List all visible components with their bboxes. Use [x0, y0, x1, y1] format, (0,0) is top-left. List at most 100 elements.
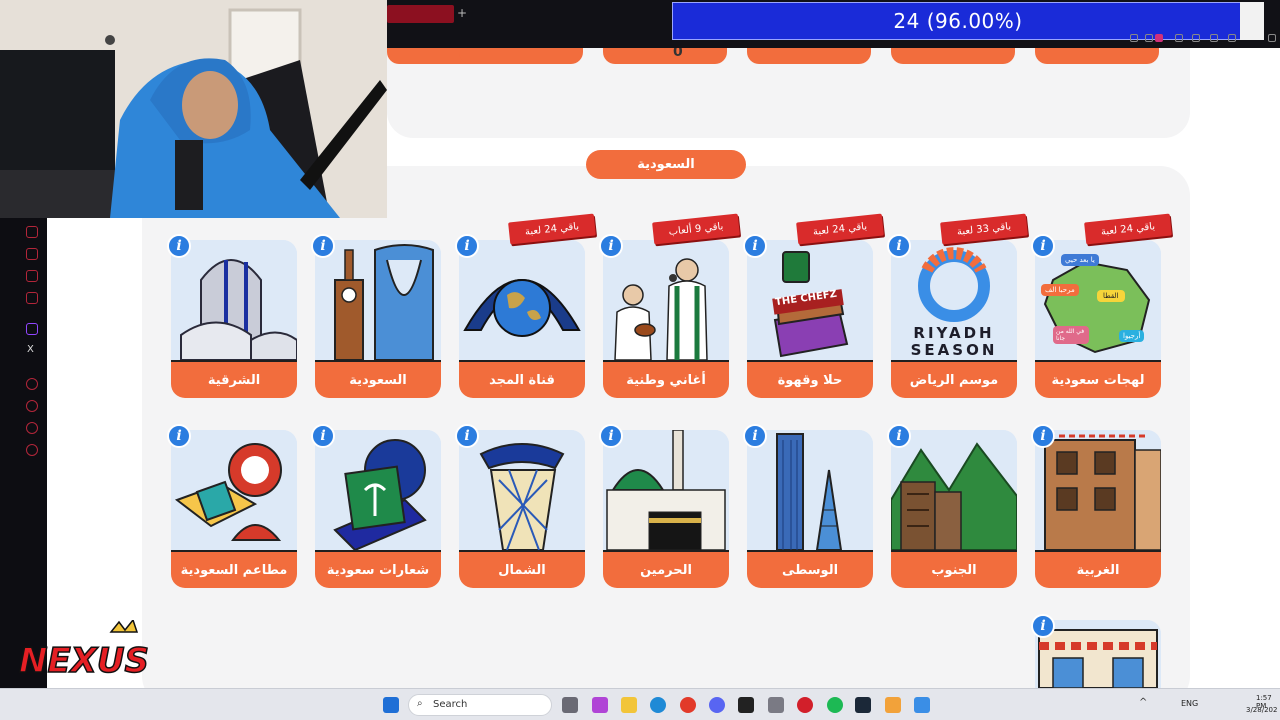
kingdom-tower-icon [315, 240, 441, 360]
category-card[interactable]: i شعارات سعودية [311, 424, 441, 588]
category-card[interactable]: RIYADH SEASON i باقي 33 لعبة موسم الرياض [887, 213, 1028, 398]
sidebar-icon[interactable] [26, 270, 38, 282]
info-icon[interactable]: i [311, 424, 335, 448]
x-icon[interactable]: X [27, 344, 34, 355]
info-icon[interactable]: i [1031, 234, 1055, 258]
emblem-icon [315, 430, 441, 550]
category-card[interactable]: يا بعد حيي مرحبا الف القطا في الله من جا… [1031, 213, 1172, 398]
card-label: الشمال [459, 550, 585, 588]
toolbar-icon[interactable] [1175, 34, 1183, 42]
score-overlay-end [1240, 2, 1264, 40]
info-icon[interactable]: i [599, 424, 623, 448]
section-title: السعودية [586, 150, 746, 179]
category-card[interactable]: i السعودية [311, 234, 441, 398]
info-icon[interactable]: i [455, 234, 479, 258]
info-icon[interactable]: i [599, 234, 623, 258]
language-indicator[interactable]: ENG [1181, 699, 1198, 708]
app-icon[interactable] [914, 697, 930, 713]
card-label: حلا وقهوة [747, 360, 873, 398]
map-icon: يا بعد حيي مرحبا الف القطا في الله من جا… [1035, 240, 1161, 360]
category-card[interactable]: i [1031, 614, 1161, 688]
category-card[interactable]: i مطاعم السعودية [167, 424, 297, 588]
skyline-icon [747, 430, 873, 550]
menu-icon[interactable] [1268, 34, 1276, 42]
toolbar-icon[interactable] [1130, 34, 1138, 42]
card-label: موسم الرياض [891, 360, 1017, 398]
app-icon[interactable] [738, 697, 754, 713]
svg-text:NEXUS: NEXUS [19, 641, 149, 681]
previous-card-label[interactable] [747, 48, 871, 64]
info-icon[interactable]: i [743, 234, 767, 258]
app-icon[interactable] [592, 697, 608, 713]
webcam-overlay [0, 0, 387, 218]
sidebar-icon[interactable] [26, 226, 38, 238]
opera-icon[interactable] [797, 697, 813, 713]
info-icon[interactable]: i [167, 424, 191, 448]
info-icon[interactable]: i [887, 234, 911, 258]
clock-date[interactable]: 3/28/202 [1246, 706, 1277, 714]
twitch-icon[interactable] [26, 323, 38, 335]
previous-card-label[interactable] [1035, 48, 1159, 64]
toolbar-icon[interactable] [1145, 34, 1153, 42]
toolbar-icon[interactable] [1228, 34, 1236, 42]
sidebar-icon[interactable] [26, 248, 38, 260]
card-label: شعارات سعودية [315, 550, 441, 588]
riyadh-season-icon: RIYADH SEASON [891, 240, 1017, 360]
category-card[interactable]: i باقي 9 ألعاب أغاني وطنية [599, 213, 740, 398]
discord-icon[interactable] [709, 697, 725, 713]
info-icon[interactable]: i [167, 234, 191, 258]
history-icon[interactable] [26, 400, 38, 412]
map-bubble: يا بعد حيي [1061, 254, 1099, 266]
category-card[interactable]: i الشمال [455, 424, 585, 588]
edge-icon[interactable] [650, 697, 666, 713]
sidebar-icon[interactable] [26, 422, 38, 434]
extension-icon[interactable] [1155, 34, 1163, 42]
sidebar-icon[interactable] [26, 378, 38, 390]
info-icon[interactable]: i [743, 424, 767, 448]
spotify-icon[interactable] [827, 697, 843, 713]
season-line1: RIYADH [913, 324, 995, 342]
map-bubble: أرجيوا [1119, 330, 1145, 342]
season-line2: SEASON [910, 341, 998, 359]
screen: + 24 (96.00%) X 0 السعودية i الشرقية i ا… [0, 0, 1280, 720]
file-explorer-icon[interactable] [621, 697, 637, 713]
category-card[interactable]: i الوسطى [743, 424, 873, 588]
previous-card-label[interactable] [603, 48, 727, 64]
chrome-icon[interactable] [680, 697, 696, 713]
settings-icon[interactable] [26, 444, 38, 456]
chevron-up-icon[interactable]: ^ [1139, 697, 1147, 708]
category-card[interactable]: i باقي 24 لعبة قناة المجد [455, 213, 596, 398]
previous-card-label[interactable] [891, 48, 1015, 64]
steam-icon[interactable] [855, 697, 871, 713]
task-view-icon[interactable] [562, 697, 578, 713]
buildings-icon [171, 240, 297, 360]
app-icon[interactable] [768, 697, 784, 713]
sidebar-icon[interactable] [26, 292, 38, 304]
card-label: مطاعم السعودية [171, 550, 297, 588]
browser-tab[interactable] [387, 5, 454, 23]
category-card[interactable]: i الجنوب [887, 424, 1017, 588]
card-label: قناة المجد [459, 360, 585, 398]
map-bubble: مرحبا الف [1041, 284, 1079, 296]
info-icon[interactable]: i [311, 234, 335, 258]
toolbar-icon[interactable] [1192, 34, 1200, 42]
card-label: الوسطى [747, 550, 873, 588]
previous-card-label[interactable] [459, 48, 583, 64]
globe-icon [459, 240, 585, 360]
info-icon[interactable]: i [1031, 614, 1055, 638]
info-icon[interactable]: i [887, 424, 911, 448]
category-card[interactable]: i الشرقية [167, 234, 297, 398]
toolbar-icon[interactable] [1210, 34, 1218, 42]
taskbar-search[interactable]: ⌕ Search [408, 694, 552, 716]
info-icon[interactable]: i [455, 424, 479, 448]
tower-icon [459, 430, 585, 550]
mosque-icon [603, 430, 729, 550]
category-card[interactable]: THE CHEFZ i باقي 24 لعبة حلا وقهوة [743, 213, 884, 398]
new-tab-icon[interactable]: + [457, 6, 467, 20]
nexus-logo: NEXUS [15, 618, 155, 690]
app-icon[interactable] [885, 697, 901, 713]
category-card[interactable]: i الحرمين [599, 424, 729, 588]
start-icon[interactable] [383, 697, 399, 713]
info-icon[interactable]: i [1031, 424, 1055, 448]
category-card[interactable]: i الغربية [1031, 424, 1161, 588]
